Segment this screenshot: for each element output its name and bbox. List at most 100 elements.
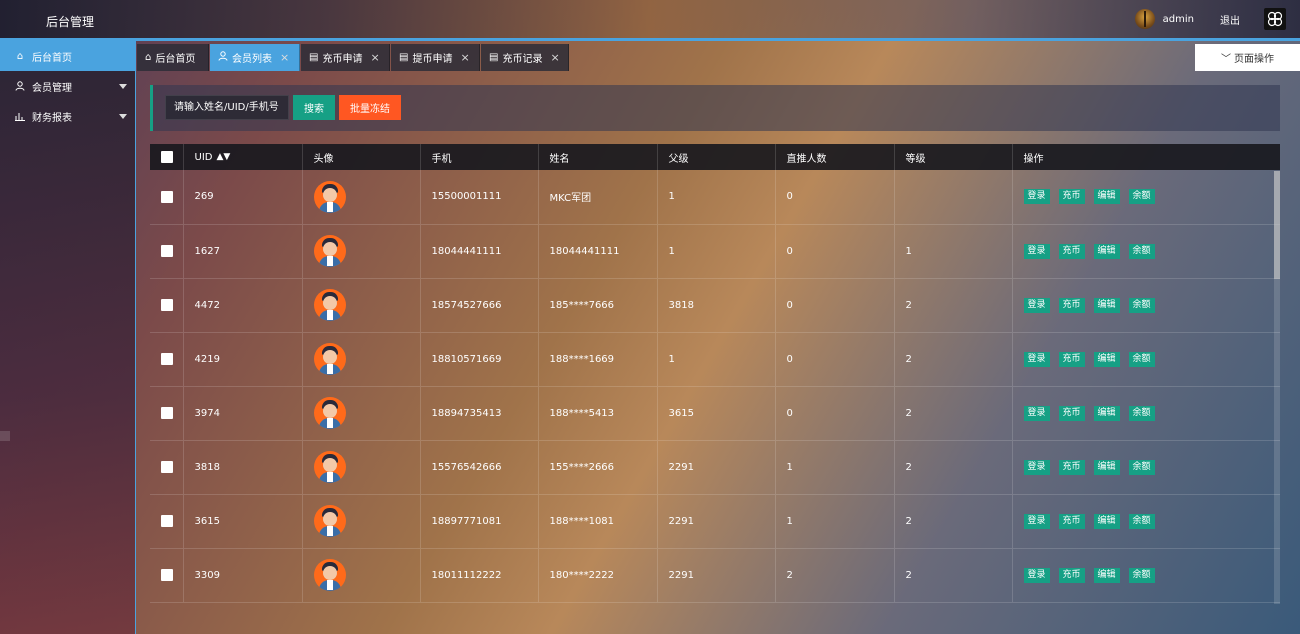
avatar-cell <box>302 440 421 494</box>
edit-button[interactable]: 编辑 <box>1093 459 1120 475</box>
sidebar-toggle-handle[interactable] <box>0 431 10 441</box>
uid-cell: 1627 <box>183 224 303 278</box>
balance-button[interactable]: 余额 <box>1128 243 1155 259</box>
search-input[interactable] <box>165 95 289 120</box>
balance-button[interactable]: 余额 <box>1128 189 1155 205</box>
deposit-button[interactable]: 充币 <box>1058 351 1085 367</box>
deposit-button[interactable]: 充币 <box>1058 459 1085 475</box>
sidebar-item-members[interactable]: 会员管理 <box>0 71 135 101</box>
row-checkbox[interactable] <box>161 299 173 311</box>
name-cell: 188****5413 <box>538 386 658 440</box>
tab-withdraw-request[interactable]: ▤ 提币申请 × <box>391 44 480 71</box>
deposit-button[interactable]: 充币 <box>1058 243 1085 259</box>
name-cell: 188****1669 <box>538 332 658 386</box>
actions-cell: 登录 充币 编辑 余额 <box>1012 386 1280 440</box>
home-icon: ⌂ <box>145 52 152 63</box>
row-select-cell <box>150 494 184 548</box>
uid-cell: 3974 <box>183 386 303 440</box>
phone-cell: 18810571669 <box>420 332 539 386</box>
theme-switch-icon[interactable] <box>1264 8 1286 30</box>
column-header-uid[interactable]: UID ▲▼ <box>183 144 303 170</box>
close-icon[interactable]: × <box>280 51 289 64</box>
select-all-checkbox[interactable] <box>161 151 173 163</box>
row-checkbox[interactable] <box>161 569 173 581</box>
name-cell: 188****1081 <box>538 494 658 548</box>
edit-button[interactable]: 编辑 <box>1093 243 1120 259</box>
chevron-down-icon <box>119 84 127 89</box>
row-checkbox[interactable] <box>161 515 173 527</box>
row-select-cell <box>150 440 184 494</box>
sort-icon[interactable]: ▲▼ <box>216 152 230 162</box>
tab-home[interactable]: ⌂ 后台首页 <box>137 44 209 71</box>
login-button[interactable]: 登录 <box>1023 189 1050 205</box>
phone-cell: 18574527666 <box>420 278 539 332</box>
deposit-button[interactable]: 充币 <box>1058 297 1085 313</box>
balance-button[interactable]: 余额 <box>1128 351 1155 367</box>
tab-deposit-request[interactable]: ▤ 充币申请 × <box>301 44 390 71</box>
close-icon[interactable]: × <box>550 51 559 64</box>
home-icon: ⌂ <box>16 50 24 62</box>
sidebar-item-finance[interactable]: 财务报表 <box>0 101 135 131</box>
login-button[interactable]: 登录 <box>1023 459 1050 475</box>
sidebar-item-label: 会员管理 <box>32 82 72 94</box>
edit-button[interactable]: 编辑 <box>1093 513 1120 529</box>
table-row: 1627 18044441111 18044441111 1 0 1 登录 充币 编辑 余额 <box>150 224 1280 278</box>
level-cell: 2 <box>894 440 1013 494</box>
row-checkbox[interactable] <box>161 353 173 365</box>
deposit-button[interactable]: 充币 <box>1058 405 1085 421</box>
table-scrollbar-thumb[interactable] <box>1274 171 1280 279</box>
user-avatar[interactable] <box>1134 9 1155 29</box>
page-operations-dropdown[interactable]: ﹀ 页面操作 <box>1195 44 1300 71</box>
login-button[interactable]: 登录 <box>1023 567 1050 583</box>
username-link[interactable]: admin <box>1163 14 1194 25</box>
edit-button[interactable]: 编辑 <box>1093 189 1120 205</box>
sidebar: ⌂ 后台首页 会员管理 财务报表 <box>0 41 136 634</box>
row-select-cell <box>150 170 184 224</box>
deposit-button[interactable]: 充币 <box>1058 189 1085 205</box>
app-title: 后台管理 <box>46 15 95 29</box>
row-select-cell <box>150 332 184 386</box>
balance-button[interactable]: 余额 <box>1128 513 1155 529</box>
member-avatar <box>313 235 346 267</box>
close-icon[interactable]: × <box>460 51 469 64</box>
edit-button[interactable]: 编辑 <box>1093 405 1120 421</box>
tab-deposit-record[interactable]: ▤ 充币记录 × <box>481 44 569 71</box>
logout-link[interactable]: 退出 <box>1220 12 1240 27</box>
balance-button[interactable]: 余额 <box>1128 567 1155 583</box>
table-row: 3309 18011112222 180****2222 2291 2 2 登录 充币 编辑余… <box>150 548 1280 602</box>
row-checkbox[interactable] <box>161 190 173 203</box>
tab-member-list[interactable]: 会员列表 × <box>210 44 300 71</box>
row-checkbox[interactable] <box>161 407 173 419</box>
sidebar-item-label: 后台首页 <box>32 52 72 64</box>
login-button[interactable]: 登录 <box>1023 297 1050 313</box>
deposit-button[interactable]: 充币 <box>1058 513 1085 529</box>
phone-cell: 18011112222 <box>420 548 539 602</box>
edit-button[interactable]: 编辑 <box>1093 297 1120 313</box>
balance-button[interactable]: 余额 <box>1128 297 1155 313</box>
search-button[interactable]: 搜索 <box>293 95 335 120</box>
login-button[interactable]: 登录 <box>1023 243 1050 259</box>
login-button[interactable]: 登录 <box>1023 351 1050 367</box>
edit-button[interactable]: 编辑 <box>1093 351 1120 367</box>
login-button[interactable]: 登录 <box>1023 405 1050 421</box>
uid-cell: 3818 <box>183 440 303 494</box>
row-checkbox[interactable] <box>161 245 173 257</box>
row-checkbox[interactable] <box>161 461 173 473</box>
table-row: 4472 18574527666 185****7666 3818 0 2 登录 充币 编辑余… <box>150 278 1280 332</box>
login-button[interactable]: 登录 <box>1023 513 1050 529</box>
balance-button[interactable]: 余额 <box>1128 405 1155 421</box>
column-header-name: 姓名 <box>538 144 658 170</box>
sidebar-item-home[interactable]: ⌂ 后台首页 <box>0 41 135 71</box>
tab-label: 充币申请 <box>322 54 363 65</box>
document-icon: ▤ <box>309 52 319 63</box>
page-operations-label: 页面操作 <box>1234 54 1274 65</box>
tab-bar: ⌂ 后台首页 会员列表 × ▤ 充币申请 × ▤ 提币申请 × ▤ 充币记录 ×… <box>137 44 1300 71</box>
deposit-button[interactable]: 充币 <box>1058 567 1085 583</box>
close-icon[interactable]: × <box>370 51 379 64</box>
batch-freeze-button[interactable]: 批量冻结 <box>339 95 401 120</box>
edit-button[interactable]: 编辑 <box>1093 567 1120 583</box>
chevron-down-icon: ﹀ <box>1221 54 1231 65</box>
balance-button[interactable]: 余额 <box>1128 459 1155 475</box>
uid-cell: 4219 <box>183 332 303 386</box>
name-cell: 155****2666 <box>538 440 658 494</box>
